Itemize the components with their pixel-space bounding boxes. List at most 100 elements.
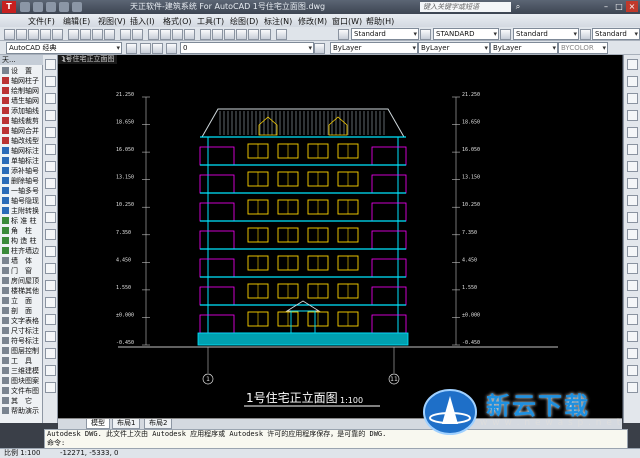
rectangle-icon[interactable]	[45, 127, 56, 138]
panel-item-24[interactable]: 剖 面	[2, 307, 42, 316]
match-prop-icon[interactable]	[104, 29, 115, 40]
markup-icon[interactable]	[248, 29, 259, 40]
menu-modify[interactable]: 修改(M)	[298, 16, 327, 27]
panel-item-11[interactable]: 删除轴号	[2, 177, 42, 186]
menu-format[interactable]: 格式(O)	[163, 16, 192, 27]
table-style-select[interactable]: Standard	[513, 28, 579, 40]
zoom-realtime-icon[interactable]	[160, 29, 171, 40]
color-select[interactable]: ByLayer	[330, 42, 418, 54]
circle-icon[interactable]	[45, 161, 56, 172]
tab-layout1[interactable]: 布局1	[112, 419, 141, 429]
panel-item-25[interactable]: 文字表格	[2, 317, 42, 326]
erase-icon[interactable]	[627, 59, 638, 70]
lineweight-select[interactable]: ByLayer	[490, 42, 558, 54]
maximize-button[interactable]: □	[613, 1, 625, 12]
mirror-icon[interactable]	[627, 93, 638, 104]
print-icon[interactable]	[40, 29, 51, 40]
open-file-icon[interactable]	[33, 2, 43, 12]
spline-icon[interactable]	[45, 195, 56, 206]
panel-item-2[interactable]: 绘制轴网	[2, 87, 42, 96]
menu-edit[interactable]: 编辑(E)	[63, 16, 90, 27]
panel-item-34[interactable]: 帮助演示	[2, 407, 42, 416]
line-icon[interactable]	[45, 59, 56, 70]
tool-palette-icon[interactable]	[224, 29, 235, 40]
menu-file[interactable]: 文件(F)	[28, 16, 55, 27]
panel-item-18[interactable]: 柱齐墙边	[2, 247, 42, 256]
dim-style-select[interactable]: STANDARD	[433, 28, 499, 40]
linetype-select[interactable]: ByLayer	[418, 42, 490, 54]
region-icon[interactable]	[45, 331, 56, 342]
redo-icon[interactable]	[72, 2, 82, 12]
properties-icon[interactable]	[200, 29, 211, 40]
drawing-canvas[interactable]: 1号住宅正立面图 11 21.250 18.650 16.050 13.150 10.2…	[58, 55, 622, 418]
menu-insert[interactable]: 插入(I)	[130, 16, 155, 27]
polygon-icon[interactable]	[45, 110, 56, 121]
panel-item-1[interactable]: 轴网柱子	[2, 77, 42, 86]
layer-select[interactable]: 0	[180, 42, 314, 54]
hatch-icon[interactable]	[45, 297, 56, 308]
menu-view[interactable]: 视图(V)	[98, 16, 126, 27]
layer-state-icon[interactable]	[152, 43, 163, 54]
array-icon[interactable]	[627, 127, 638, 138]
close-button[interactable]: ×	[626, 1, 638, 12]
panel-item-20[interactable]: 门 窗	[2, 267, 42, 276]
stretch-icon[interactable]	[627, 195, 638, 206]
minimize-button[interactable]: –	[600, 1, 612, 12]
menu-window[interactable]: 窗口(W)	[332, 16, 362, 27]
panel-item-12[interactable]: 一轴多号	[2, 187, 42, 196]
panel-item-27[interactable]: 符号标注	[2, 337, 42, 346]
panel-item-28[interactable]: 图层控制	[2, 347, 42, 356]
menu-dimension[interactable]: 标注(N)	[264, 16, 292, 27]
zoom-window-icon[interactable]	[172, 29, 183, 40]
offset-icon[interactable]	[627, 110, 638, 121]
copy-icon[interactable]	[80, 29, 91, 40]
copy-obj-icon[interactable]	[627, 76, 638, 87]
gradient-icon[interactable]	[45, 314, 56, 325]
break-at-point-icon[interactable]	[627, 246, 638, 257]
explode-icon[interactable]	[627, 331, 638, 342]
panel-item-6[interactable]: 轴网合并	[2, 127, 42, 136]
panel-item-31[interactable]: 图块图案	[2, 377, 42, 386]
rotate-icon[interactable]	[627, 161, 638, 172]
scale-icon[interactable]	[627, 178, 638, 189]
panel-item-21[interactable]: 房间屋顶	[2, 277, 42, 286]
panel-item-23[interactable]: 立 面	[2, 297, 42, 306]
panel-item-14[interactable]: 主附转换	[2, 207, 42, 216]
panel-item-32[interactable]: 文件布图	[2, 387, 42, 396]
search-icon[interactable]: ⌕	[512, 1, 524, 12]
plotstyle-select[interactable]: BYCOLOR	[558, 42, 608, 54]
panel-item-4[interactable]: 添加轴线	[2, 107, 42, 116]
panel-item-8[interactable]: 轴网标注	[2, 147, 42, 156]
menu-draw[interactable]: 绘图(D)	[230, 16, 258, 27]
panel-item-5[interactable]: 轴线裁剪	[2, 117, 42, 126]
new-file-icon[interactable]	[20, 2, 30, 12]
panel-item-26[interactable]: 尺寸标注	[2, 327, 42, 336]
zoom-previous-icon[interactable]	[184, 29, 195, 40]
cut-icon[interactable]	[68, 29, 79, 40]
make-current-icon[interactable]	[314, 43, 325, 54]
layer-on-icon[interactable]	[166, 43, 177, 54]
insert-block-icon[interactable]	[45, 246, 56, 257]
table-icon[interactable]	[45, 348, 56, 359]
polyline-icon[interactable]	[45, 93, 56, 104]
arc-icon[interactable]	[45, 144, 56, 155]
help-tb-icon[interactable]	[276, 29, 287, 40]
trim-icon[interactable]	[627, 212, 638, 223]
break-icon[interactable]	[627, 263, 638, 274]
command-prompt[interactable]: 命令:	[47, 439, 627, 448]
save-file-icon[interactable]	[28, 29, 39, 40]
panel-item-19[interactable]: 墙 体	[2, 257, 42, 266]
revision-cloud-icon[interactable]	[45, 178, 56, 189]
panel-item-13[interactable]: 轴号隐现	[2, 197, 42, 206]
tab-model[interactable]: 模型	[86, 419, 110, 429]
panel-item-16[interactable]: 角 柱	[2, 227, 42, 236]
preview-icon[interactable]	[52, 29, 63, 40]
panel-item-10[interactable]: 添补轴号	[2, 167, 42, 176]
calculator-icon[interactable]	[260, 29, 271, 40]
sheet-set-icon[interactable]	[236, 29, 247, 40]
chamfer-icon[interactable]	[627, 297, 638, 308]
text-style-select[interactable]: Standard	[351, 28, 419, 40]
pan-icon[interactable]	[148, 29, 159, 40]
panel-item-33[interactable]: 其 它	[2, 397, 42, 406]
panel-item-17[interactable]: 构 造 柱	[2, 237, 42, 246]
